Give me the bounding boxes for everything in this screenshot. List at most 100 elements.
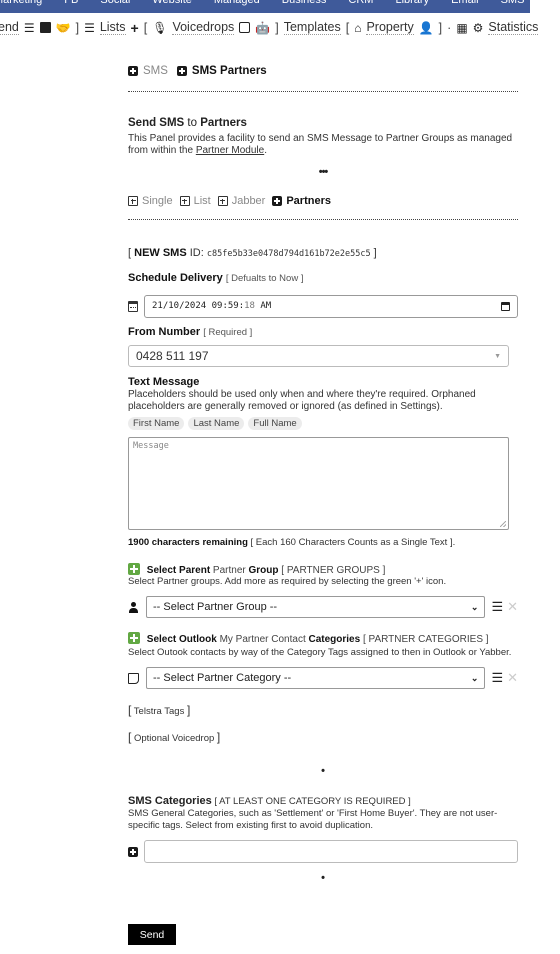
- plus-square-icon: [272, 196, 283, 206]
- microphone-icon: 🎙: [152, 20, 168, 35]
- nav-item-sms[interactable]: SMS: [501, 0, 525, 10]
- sms-categories-input[interactable]: [144, 840, 518, 863]
- text-message-label: Text Message: [128, 376, 200, 388]
- list-icon[interactable]: ☰: [24, 22, 35, 34]
- add-group-icon[interactable]: [128, 563, 140, 575]
- more-toggle[interactable]: •••: [128, 166, 518, 178]
- tab-sms[interactable]: SMS: [143, 65, 168, 77]
- remaining-count: 1900 characters remaining: [128, 537, 248, 548]
- plus-square-icon: [128, 66, 138, 76]
- close-icon[interactable]: ✕: [507, 670, 518, 686]
- new-sms-id: [ NEW SMS ID: c85fe5b33e0478d794d161b72e…: [128, 247, 377, 259]
- plus-icon[interactable]: +: [131, 21, 139, 35]
- add-category-icon[interactable]: [128, 846, 138, 857]
- building-icon[interactable]: ▦: [456, 22, 467, 34]
- placeholder-full-name[interactable]: Full Name: [248, 417, 302, 430]
- sticky-note-icon[interactable]: [239, 22, 251, 33]
- lists-link[interactable]: Lists: [99, 20, 126, 35]
- tab-single[interactable]: Single: [142, 195, 173, 207]
- bracket: ]: [186, 703, 191, 717]
- placeholder-first-name[interactable]: First Name: [128, 417, 185, 430]
- send-link[interactable]: end: [0, 20, 19, 35]
- dropdown-arrow-icon: ▼: [494, 352, 501, 360]
- add-category-icon[interactable]: [128, 632, 140, 644]
- textarea-placeholder: Message: [133, 441, 169, 451]
- calendar-picker-icon[interactable]: [501, 301, 510, 311]
- partner-category-select[interactable]: -- Select Partner Category -- ⌄: [146, 667, 486, 689]
- sms-toolbar: end ☰ 🤝 ] ☰ Lists + [ 🎙 Voicedrops 🤖 ] T…: [0, 20, 539, 35]
- robot-icon[interactable]: 🤖: [255, 22, 270, 34]
- label-hint: [ AT LEAST ONE CATEGORY IS REQUIRED ]: [211, 796, 411, 807]
- nav-item-marketing[interactable]: Marketing: [0, 0, 42, 10]
- nav-item-social[interactable]: Social: [100, 0, 130, 10]
- title-part: to: [184, 117, 201, 129]
- new-sms-label: NEW SMS: [134, 247, 187, 259]
- bracket: ]: [75, 20, 80, 35]
- partner-category-label: Select Outlook My Partner Contact Catego…: [128, 632, 489, 645]
- nav-item-website[interactable]: Website: [152, 0, 192, 10]
- property-link[interactable]: Property: [366, 20, 414, 35]
- bracket: ]: [370, 247, 377, 259]
- from-number-select[interactable]: 0428 511 197 ▼: [128, 345, 509, 367]
- statistics-link[interactable]: Statistics: [488, 20, 539, 35]
- description-text: This Panel provides a facility to send a…: [128, 133, 513, 156]
- list-icon[interactable]: ☰: [491, 670, 503, 686]
- placeholder-chips: First Name Last Name Full Name: [128, 417, 302, 430]
- datetime-ampm: AM: [254, 301, 272, 311]
- label-text: Select Parent: [146, 565, 211, 576]
- tab-jabber[interactable]: Jabber: [232, 195, 266, 207]
- separator-dot: •: [321, 872, 325, 884]
- placeholder-last-name[interactable]: Last Name: [188, 417, 245, 430]
- nav-item-fb[interactable]: FB: [64, 0, 78, 10]
- voicedrops-link[interactable]: Voicedrops: [172, 20, 235, 35]
- send-button[interactable]: Send: [128, 924, 176, 945]
- message-textarea[interactable]: Message: [128, 437, 509, 530]
- close-icon[interactable]: ✕: [507, 599, 518, 615]
- telstra-tags-toggle[interactable]: [ Telstra Tags ]: [128, 703, 190, 717]
- separator: ·: [447, 20, 452, 35]
- toggle-label: Telstra Tags: [131, 706, 187, 717]
- handshake-icon[interactable]: 🤝: [56, 21, 71, 35]
- divider: [128, 219, 518, 220]
- title-part: Send SMS: [128, 117, 185, 129]
- label-text: SMS Categories: [128, 795, 212, 807]
- bracket: ]: [216, 730, 221, 744]
- partner-category-description: Select Outook contacts by way of the Cat…: [128, 647, 512, 658]
- nav-item-email[interactable]: Email: [451, 0, 479, 10]
- from-number-value: 0428 511 197: [136, 349, 209, 363]
- remaining-note: [ Each 160 Characters Counts as a Single…: [247, 537, 456, 548]
- select-value: -- Select Partner Group --: [153, 601, 278, 613]
- user-gear-icon[interactable]: 👤: [419, 22, 434, 34]
- divider: [128, 91, 518, 92]
- sms-top-tabs: SMS SMS Partners: [128, 65, 267, 77]
- nav-item-business[interactable]: Business: [282, 0, 327, 10]
- tab-partners[interactable]: Partners: [286, 195, 331, 207]
- label-text: Categories: [308, 634, 361, 645]
- templates-link[interactable]: Templates: [283, 20, 341, 35]
- partner-group-select[interactable]: -- Select Partner Group -- ⌄: [146, 596, 486, 618]
- sms-categories-row: [128, 840, 518, 863]
- tab-list[interactable]: List: [194, 195, 211, 207]
- sms-id-value: c85fe5b33e0478d794d161b72e2e55c5: [206, 249, 371, 259]
- from-number-label: From Number [ Required ]: [128, 326, 252, 338]
- sms-categories-description: SMS General Categories, such as 'Settlem…: [128, 808, 498, 831]
- bracket: ]: [438, 20, 443, 35]
- nav-item-crm[interactable]: CRM: [348, 0, 373, 10]
- tab-sms-partners[interactable]: SMS Partners: [192, 65, 267, 77]
- schedule-datetime-input[interactable]: 21/10/2024 09:59:18 AM: [144, 294, 518, 318]
- label-hint: [ Required ]: [203, 327, 253, 338]
- schedule-delivery-label: Schedule Delivery [ Defualts to Now ]: [128, 272, 303, 284]
- partner-module-link[interactable]: Partner Module: [196, 145, 264, 156]
- schedule-row: 21/10/2024 09:59:18 AM: [128, 294, 518, 318]
- text-message-description: Placeholders should be used only when an…: [128, 389, 476, 412]
- nav-item-managed[interactable]: Managed: [214, 0, 260, 10]
- user-icon: [128, 601, 139, 613]
- optional-voicedrop-toggle[interactable]: [ Optional Voicedrop ]: [128, 730, 220, 744]
- list-icon[interactable]: ☰: [491, 599, 503, 615]
- id-label: ID:: [186, 247, 207, 259]
- note-icon[interactable]: [39, 22, 51, 33]
- resize-handle[interactable]: [500, 521, 506, 527]
- plus-square-outline-icon: [217, 196, 228, 206]
- nav-item-library[interactable]: Library: [395, 0, 429, 10]
- label-text: Schedule Delivery: [128, 272, 223, 284]
